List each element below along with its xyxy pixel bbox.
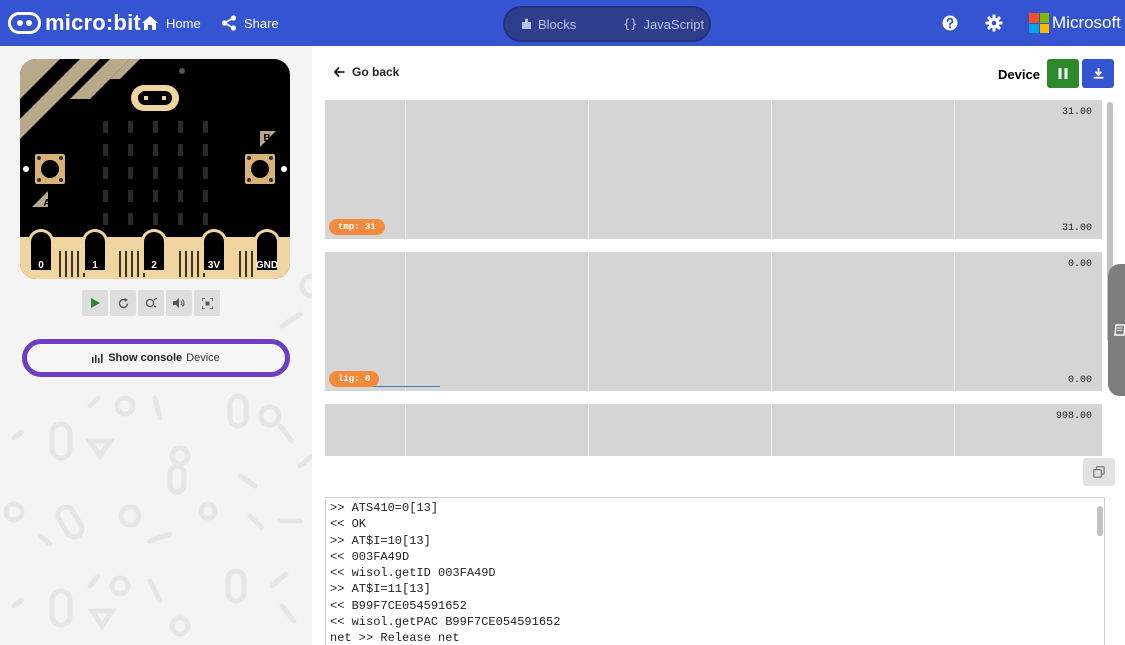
share-button[interactable]: Share: [221, 13, 279, 33]
pause-icon: [1058, 68, 1068, 79]
pin-gnd-label: GND: [255, 260, 279, 271]
restart-button[interactable]: [110, 290, 136, 316]
console-scrollbar-thumb[interactable]: [1097, 506, 1103, 536]
simulator-panel: A B 0 1 2 3V GND Show console Device: [0, 46, 312, 645]
tab-blocks[interactable]: Blocks: [521, 8, 576, 40]
pin-2-label: 2: [151, 260, 157, 271]
microsoft-label: Microsoft: [1052, 13, 1121, 32]
console-line: << OK: [330, 517, 367, 532]
console-line: >> AT$I=10[13]: [330, 533, 431, 548]
chart-min-value: 0.00: [1067, 375, 1092, 386]
show-console-label: Show console: [108, 352, 183, 364]
home-label: Home: [166, 15, 201, 31]
tab-javascript[interactable]: {} JavaScript: [623, 8, 704, 40]
console-line: net >> Release net: [330, 631, 460, 645]
top-menu-bar: micro:bit Home Share Blocks {} JavaScrip…: [0, 0, 1125, 46]
logo-text: micro:bit: [45, 10, 141, 35]
serial-data-panel: Go back Device 31.00 31.00 tmp: 31 0.00 …: [312, 46, 1125, 645]
gear-icon: [985, 14, 1003, 32]
button-a-label: A: [43, 198, 51, 209]
code-braces-icon: {}: [623, 17, 638, 31]
button-a[interactable]: [35, 154, 65, 184]
play-icon: [91, 298, 100, 308]
tab-blocks-label: Blocks: [538, 16, 577, 32]
share-label: Share: [244, 15, 279, 31]
microbit-board[interactable]: A B 0 1 2 3V GND: [20, 59, 290, 279]
play-button[interactable]: [82, 290, 108, 316]
mute-button[interactable]: [166, 290, 192, 316]
fullscreen-button[interactable]: [194, 290, 220, 316]
chart-min-value: 31.00: [1061, 223, 1092, 234]
copy-icon: [1093, 466, 1105, 478]
slow-motion-icon: [145, 298, 157, 308]
microbit-logo[interactable]: micro:bit: [8, 10, 141, 36]
show-console-sublabel: Device: [186, 352, 220, 364]
home-button[interactable]: Home: [141, 13, 201, 33]
help-button[interactable]: [940, 13, 960, 33]
console-line: << B99F7CE054591652: [330, 598, 467, 613]
bar-chart-icon: [92, 353, 103, 363]
restart-icon: [118, 297, 128, 308]
fullscreen-icon: [201, 297, 213, 309]
book-icon: [1114, 324, 1125, 336]
puzzle-icon: [522, 18, 531, 29]
microbit-logo-icon: [8, 12, 41, 34]
editor-mode-switch: Blocks {} JavaScript: [503, 6, 711, 42]
microsoft-logo[interactable]: Microsoft: [1029, 13, 1121, 33]
pause-button[interactable]: [1047, 59, 1079, 88]
console-line: << wisol.getPAC B99F7CE054591652: [330, 615, 561, 630]
simulator-toolbar: [82, 290, 220, 316]
go-back-button[interactable]: Go back: [334, 65, 399, 79]
console-line: >> AT$I=11[13]: [330, 582, 431, 597]
chart-max-value: 31.00: [1061, 107, 1092, 118]
makecode-serial-editor: micro:bit Home Share Blocks {} JavaScrip…: [0, 0, 1125, 645]
console-line: >> ATS410=0[13]: [330, 501, 439, 515]
tab-javascript-label: JavaScript: [643, 16, 705, 32]
sensor-chart-tmp: 31.00 31.00 tmp: 31: [325, 100, 1102, 239]
docs-side-tab[interactable]: [1108, 264, 1125, 396]
download-button[interactable]: [1082, 59, 1114, 88]
console-line: << 003FA49D: [330, 549, 410, 564]
home-icon: [142, 16, 158, 30]
microsoft-squares-icon: [1029, 13, 1049, 33]
pin-1-label: 1: [92, 260, 98, 271]
settings-button[interactable]: [984, 13, 1004, 33]
series-tag-lig: lig: 0: [329, 371, 380, 387]
console-line: << wisol.getID 003FA49D: [330, 566, 496, 581]
button-b-label: B: [263, 133, 271, 144]
copy-button[interactable]: [1083, 458, 1115, 486]
go-back-label: Go back: [352, 65, 400, 79]
pin-3v-label: 3V: [207, 260, 221, 271]
series-tag-tmp: tmp: 31: [329, 219, 385, 235]
download-icon: [1093, 68, 1103, 79]
chart-max-value: 0.00: [1067, 259, 1092, 270]
sensor-chart-lig: 0.00 0.00 lig: 0: [325, 252, 1102, 391]
share-icon: [221, 15, 237, 31]
chart-max-value: 998.00: [1055, 411, 1092, 422]
help-icon: [942, 15, 958, 31]
arrow-left-icon: [334, 67, 345, 77]
button-b[interactable]: [245, 154, 275, 184]
console-lines: >> ATS410=0[13] << OK >> AT$I=10[13] << …: [326, 500, 560, 645]
slow-motion-button[interactable]: [138, 290, 164, 316]
show-console-button[interactable]: Show console Device: [22, 339, 290, 377]
serial-console-output[interactable]: >> ATS410=0[13] << OK >> AT$I=10[13] << …: [325, 497, 1105, 645]
microbit-face-logo[interactable]: [131, 85, 179, 111]
source-device-label: Device: [998, 67, 1040, 82]
sensor-chart-third: 998.00: [325, 404, 1102, 456]
pin-0-label: 0: [38, 260, 44, 271]
mute-icon: [173, 298, 185, 308]
